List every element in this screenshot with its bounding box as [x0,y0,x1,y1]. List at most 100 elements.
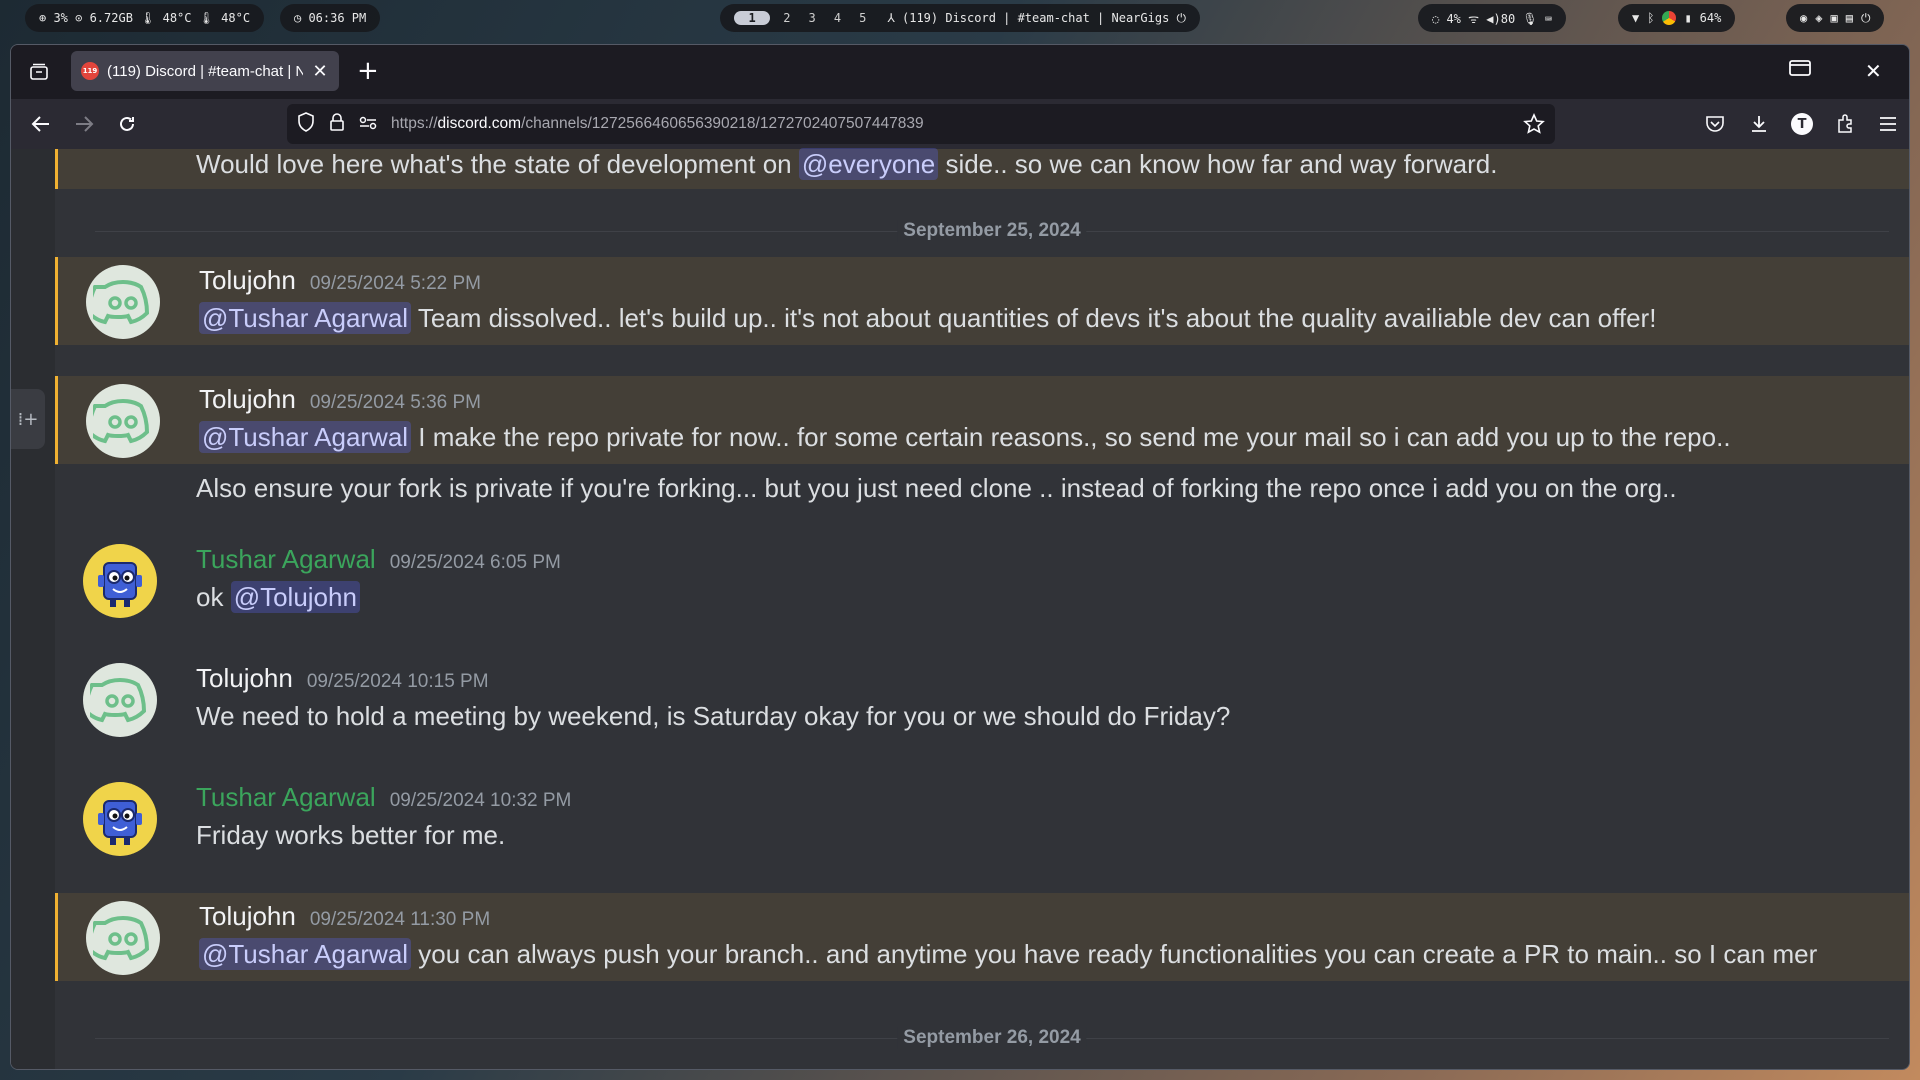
message-item: Tushar Agarwal 09/25/2024 10:32 PM Frida… [55,782,1909,872]
discord-favicon-icon: 119 [81,62,99,80]
shield-icon[interactable] [297,112,315,136]
workspace-3[interactable]: 3 [804,11,821,25]
forward-arrow-icon[interactable] [72,112,96,136]
palette-icon[interactable]: ◈ [1815,11,1822,25]
date-divider: September 26, 2024 [95,1027,1889,1049]
message-text-part: side.. so we can know how far and way fo… [938,149,1498,179]
clipboard-icon[interactable]: ▤ [1846,11,1853,25]
author-name[interactable]: Tushar Agarwal [196,782,376,813]
notification-icon[interactable]: ◉ [1800,11,1807,25]
robot-avatar-icon [98,562,142,607]
avatar[interactable] [83,663,157,737]
message-text-continued: Also ensure your fork is private if you'… [196,473,1677,503]
system-stats-text: ⊕ 3% ⊙ 6.72GB 🌡 48°C 🌡 48°C [39,11,251,25]
active-window-title: ⅄ (119) Discord | #team-chat | NearGigs … [887,10,1187,25]
message-text-part: Team dissolved.. let's build up.. it's n… [411,303,1657,333]
app-tray: ▼ ᛒ ▮ 64% [1618,4,1736,32]
url-prefix: https:// [391,115,438,132]
discord-logo-icon [93,398,150,444]
author-name[interactable]: Tolujohn [199,384,296,415]
author-name[interactable]: Tolujohn [199,901,296,932]
download-icon[interactable] [1747,112,1771,136]
avatar[interactable] [86,265,160,339]
workspace-switcher: 1 2 3 4 5 ⅄ (119) Discord | #team-chat |… [720,4,1200,32]
message-header: Tolujohn 09/25/2024 5:22 PM [199,265,481,296]
power-icon[interactable]: ⏻ [1861,11,1871,26]
tab-list-icon [30,63,48,80]
reload-icon[interactable] [115,112,139,136]
account-avatar-icon[interactable]: T [1790,112,1814,136]
url-text[interactable]: https://discord.com/channels/12725664606… [391,115,924,133]
message-timestamp[interactable]: 09/25/2024 10:15 PM [307,671,489,693]
pocket-icon[interactable] [1703,112,1727,136]
battery-icon: ▮ [1684,11,1692,25]
screenshot-icon[interactable]: ▣ [1830,11,1837,25]
message-partial: Would love here what's the state of deve… [55,148,1909,189]
bluetooth-icon[interactable]: ᛒ [1647,11,1654,25]
avatar[interactable] [86,384,160,458]
tab-bar: 119 (119) Discord | #team-chat | NearGig… [11,45,1909,99]
tab-discord[interactable]: 119 (119) Discord | #team-chat | NearGig… [71,51,339,91]
message-text: @Tushar Agarwal I make the repo private … [199,421,1731,453]
clock-text: ◷ 06:36 PM [294,11,367,25]
url-bar[interactable]: https://discord.com/channels/12725664606… [287,104,1555,144]
new-tab-icon[interactable]: + [357,58,379,84]
window-restore-icon[interactable] [1789,59,1811,81]
message-header: Tolujohn 09/25/2024 11:30 PM [199,901,490,932]
author-name[interactable]: Tolujohn [196,663,293,694]
message-text-part: you can always push your branch.. and an… [411,939,1818,969]
extensions-icon[interactable] [1833,112,1857,136]
message-list[interactable]: Would love here what's the state of deve… [55,148,1909,1069]
back-arrow-icon[interactable] [29,112,53,136]
message-header: Tolujohn 09/25/2024 5:36 PM [199,384,481,415]
network-audio-tray[interactable]: ◌ 4% ᯤ ◀)80 🎙 ⌨ [1418,4,1567,32]
message-timestamp[interactable]: 09/25/2024 10:32 PM [390,790,572,812]
permissions-icon[interactable] [359,115,377,134]
message-timestamp[interactable]: 09/25/2024 5:36 PM [310,392,481,414]
avatar[interactable] [83,782,157,856]
message-text-part: ok [196,582,231,612]
message-text: Would love here what's the state of deve… [196,148,1498,180]
tab-list-button[interactable] [17,50,61,94]
workspace-1[interactable]: 1 [734,11,771,25]
message-timestamp[interactable]: 09/25/2024 5:22 PM [310,273,481,295]
avatar[interactable] [83,544,157,618]
discord-logo-icon [93,915,150,961]
url-host: discord.com [437,115,522,132]
workspace-4[interactable]: 4 [829,11,846,25]
add-server-handle-icon[interactable]: ⁞+ [11,389,45,449]
message-timestamp[interactable]: 09/25/2024 11:30 PM [310,909,490,931]
browser-window: 119 (119) Discord | #team-chat | NearGig… [10,44,1910,1070]
lock-icon[interactable] [329,112,345,136]
mention-user[interactable]: @Tushar Agarwal [199,938,412,970]
message-item: Tolujohn 09/25/2024 10:15 PM We need to … [55,663,1909,753]
menu-hamburger-icon[interactable] [1876,112,1900,136]
mention-user[interactable]: @Tushar Agarwal [199,302,412,334]
workspace-2[interactable]: 2 [778,11,795,25]
workspace-5[interactable]: 5 [854,11,871,25]
avatar[interactable] [86,901,160,975]
url-path: /channels/1272566460656390218/1272702407… [521,115,924,132]
chrome-icon[interactable] [1662,11,1677,25]
system-clock[interactable]: ◷ 06:36 PM [280,4,381,32]
mention-everyone[interactable]: @everyone [798,148,939,180]
discord-logo-icon [93,279,150,325]
message-item: Tolujohn 09/25/2024 11:30 PM @Tushar Aga… [55,893,1909,981]
bookmark-star-icon[interactable] [1523,113,1545,139]
author-name[interactable]: Tolujohn [199,265,296,296]
tab-close-icon[interactable]: ✕ [311,61,329,82]
message-text: ok @Tolujohn [196,581,360,613]
server-rail [11,149,55,1069]
author-name[interactable]: Tushar Agarwal [196,544,376,575]
message-item: Tolujohn 09/25/2024 5:22 PM @Tushar Agar… [55,257,1909,345]
message-text-part: Would love here what's the state of deve… [196,149,799,179]
mention-user[interactable]: @Tolujohn [230,581,360,613]
wifi-icon[interactable]: ▼ [1632,11,1639,25]
message-header: Tushar Agarwal 09/25/2024 10:32 PM [196,782,571,813]
mention-user[interactable]: @Tushar Agarwal [199,421,412,453]
message-timestamp[interactable]: 09/25/2024 6:05 PM [390,552,561,574]
window-close-icon[interactable]: ✕ [1865,59,1882,83]
message-item: Tushar Agarwal 09/25/2024 6:05 PM ok @To… [55,544,1909,634]
date-divider: September 25, 2024 [95,220,1889,242]
battery-level: 64% [1699,11,1722,25]
